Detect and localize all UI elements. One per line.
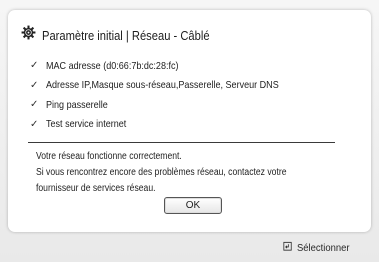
footer-bar: Sélectionner (0, 232, 379, 262)
check-item-ping: ✓ Ping passerelle (30, 95, 317, 115)
checkmark-icon: ✓ (30, 118, 39, 130)
checkmark-icon: ✓ (30, 60, 39, 72)
check-item-internet: ✓ Test service internet (30, 115, 317, 135)
checkmark-icon: ✓ (30, 99, 39, 111)
select-hint: Sélectionner (283, 241, 355, 255)
ok-button[interactable]: OK (164, 197, 222, 214)
enter-icon (283, 241, 296, 255)
dialog-title-bar: Paramètre initial | Réseau - Câblé (21, 25, 237, 45)
check-label: MAC adresse (d0:66:7b:dc:28:fc) (46, 59, 179, 72)
check-label: Test service internet (46, 118, 127, 131)
checkmark-icon: ✓ (30, 79, 39, 91)
status-message: Votre réseau fonctionne correctement. Si… (36, 149, 327, 197)
check-label: Ping passerelle (46, 98, 108, 111)
message-line: fournisseur de services réseau. (36, 183, 156, 194)
screen: Paramètre initial | Réseau - Câblé ✓ MAC… (0, 0, 379, 262)
gear-icon (21, 25, 36, 45)
check-item-mac: ✓ MAC adresse (d0:66:7b:dc:28:fc) (30, 56, 317, 76)
divider (28, 142, 335, 143)
network-test-dialog: Paramètre initial | Réseau - Câblé ✓ MAC… (8, 10, 371, 232)
message-line: Votre réseau fonctionne correctement. (36, 151, 182, 162)
message-line: Si vous rencontrez encore des problèmes … (36, 167, 287, 178)
check-label: Adresse IP,Masque sous-réseau,Passerelle… (46, 79, 279, 92)
select-label: Sélectionner (296, 242, 350, 254)
dialog-title: Paramètre initial | Réseau - Câblé (42, 27, 210, 43)
check-item-ip: ✓ Adresse IP,Masque sous-réseau,Passerel… (30, 76, 317, 96)
check-list: ✓ MAC adresse (d0:66:7b:dc:28:fc) ✓ Adre… (30, 56, 317, 134)
